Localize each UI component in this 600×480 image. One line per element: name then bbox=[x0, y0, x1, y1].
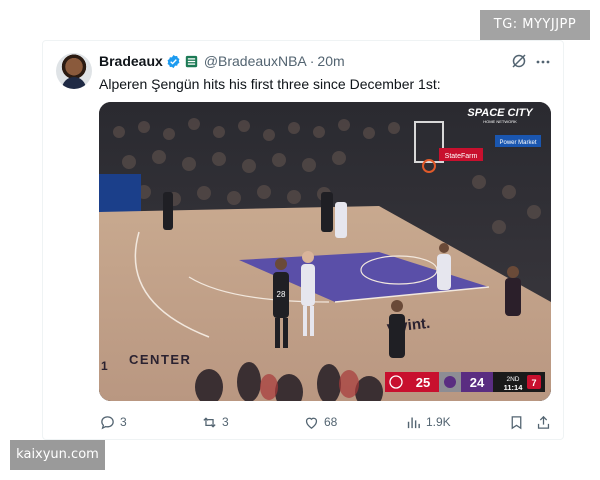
space-city-logo: SPACE CITY bbox=[467, 107, 534, 119]
heart-icon bbox=[305, 417, 318, 429]
power-market-sign: Power Market bbox=[499, 140, 536, 146]
like-button[interactable]: 68 bbox=[303, 412, 337, 432]
tg-watermark-badge: TG: MYYJJPP bbox=[480, 10, 590, 40]
verified-badge-icon bbox=[167, 54, 180, 68]
bookmark-icon bbox=[511, 415, 522, 429]
tweet-actions: 3 3 68 1.9K bbox=[99, 412, 551, 432]
tweet-header: Bradeaux @BradeauxNBA · 20m bbox=[99, 52, 345, 70]
tweet-text: Alperen Şengün hits his first three sinc… bbox=[99, 76, 441, 92]
views-button[interactable]: 1.9K bbox=[405, 412, 451, 432]
site-watermark: kaixyun.com bbox=[10, 440, 105, 470]
center-prefix: 1 bbox=[101, 359, 108, 373]
repost-count: 3 bbox=[222, 415, 229, 429]
grok-icon[interactable] bbox=[511, 53, 527, 69]
author-avatar[interactable] bbox=[56, 53, 92, 89]
game-clock: 11:14 bbox=[504, 383, 524, 392]
jersey-number: 28 bbox=[277, 290, 286, 299]
reply-count: 3 bbox=[120, 415, 127, 429]
reply-icon bbox=[101, 415, 114, 429]
center-sideline-text: CENTER bbox=[129, 352, 191, 367]
scoreboard: 25 24 2ND 11:14 7 bbox=[385, 372, 545, 392]
share-icon bbox=[537, 415, 550, 429]
home-score: 25 bbox=[416, 375, 430, 390]
view-count: 1.9K bbox=[426, 415, 451, 429]
share-button[interactable] bbox=[535, 412, 556, 432]
author-handle[interactable]: @BradeauxNBA bbox=[204, 53, 307, 69]
tweet-video[interactable]: StateFarm Power Market SPACE CITY HOME N… bbox=[99, 102, 551, 401]
reply-button[interactable]: 3 bbox=[99, 412, 127, 432]
bookmark-button[interactable] bbox=[508, 412, 529, 432]
more-options-icon[interactable] bbox=[535, 54, 551, 70]
quarter-label: 2ND bbox=[506, 376, 519, 383]
repost-button[interactable]: 3 bbox=[201, 412, 229, 432]
like-count: 68 bbox=[324, 415, 338, 429]
affiliate-badge-icon bbox=[185, 55, 197, 67]
separator-dot: · bbox=[309, 53, 315, 69]
shot-clock: 7 bbox=[531, 378, 536, 388]
author-name[interactable]: Bradeaux bbox=[99, 53, 163, 69]
away-score: 24 bbox=[470, 375, 485, 390]
views-chart-icon bbox=[407, 417, 420, 428]
space-city-sub: HOME NETWORK bbox=[483, 119, 517, 124]
statefarm-board: StateFarm bbox=[445, 153, 478, 160]
repost-icon bbox=[203, 416, 216, 428]
tweet-timestamp[interactable]: 20m bbox=[317, 53, 344, 69]
